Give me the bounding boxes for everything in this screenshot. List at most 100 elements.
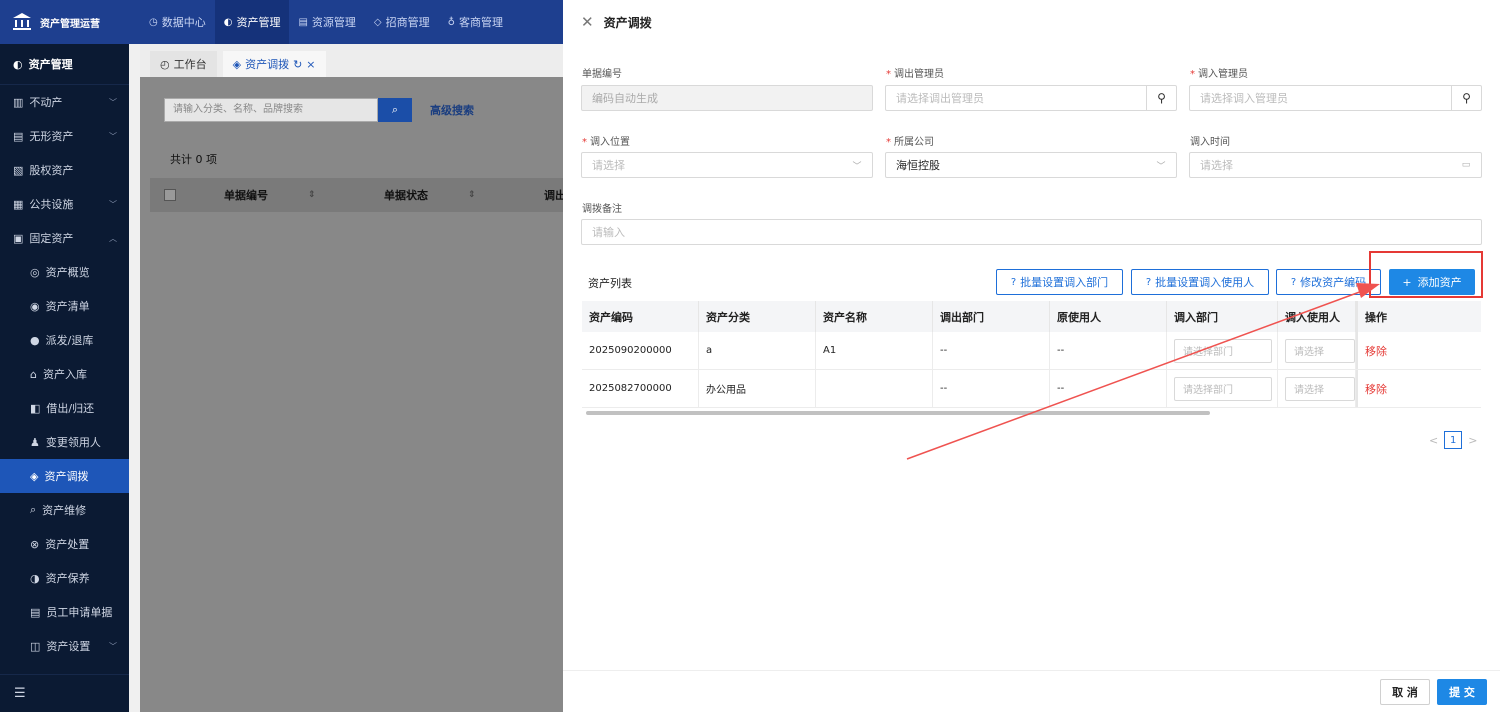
user-select-icon[interactable]: ⚲ <box>1146 86 1176 110</box>
next-page-icon[interactable]: > <box>1468 434 1477 447</box>
sidebar-collapse-toggle[interactable]: ☰ <box>0 674 129 712</box>
tab-workbench[interactable]: ◴ 工作台 <box>150 51 217 77</box>
remark-input[interactable]: 请输入 <box>581 219 1482 245</box>
submit-button[interactable]: 提 交 <box>1437 679 1487 705</box>
sidebar-item-label: 无形资产 <box>29 130 74 143</box>
in-manager-field[interactable]: 请选择调入管理员 ⚲ <box>1189 85 1482 111</box>
nav-label: 客商管理 <box>458 16 503 29</box>
column-header: 资产分类 <box>699 301 816 332</box>
asset-code-cell: 2025090200000 <box>582 332 699 369</box>
app-title: 资产管理运营 <box>40 18 100 30</box>
cancel-button[interactable]: 取 消 <box>1380 679 1430 705</box>
remove-link[interactable]: 移除 <box>1365 381 1387 397</box>
sidebar-item-equity[interactable]: ▧ 股权资产 <box>0 153 129 187</box>
nav-client-management[interactable]: ♁ 客商管理 <box>439 0 512 44</box>
doc-no-label: 单据编号 <box>582 65 622 80</box>
asset-category-cell: a <box>699 332 816 369</box>
sidebar-item-label: 公共设施 <box>29 198 74 211</box>
in-dept-select[interactable]: 请选择部门 <box>1174 376 1272 401</box>
user-select-icon[interactable]: ⚲ <box>1451 86 1481 110</box>
in-location-select[interactable]: 请选择 ﹀ <box>581 152 873 178</box>
in-dept-select[interactable]: 请选择部门 <box>1174 338 1272 363</box>
nav-investment-management[interactable]: ◇ 招商管理 <box>365 0 439 44</box>
in-user-select[interactable]: 请选择 <box>1285 338 1355 363</box>
settings-icon: ◫ <box>30 639 41 653</box>
sidebar-item-asset-settings[interactable]: ◫ 资产设置 ﹀ <box>0 629 129 663</box>
column-header[interactable]: 单据状态 ⇕ <box>384 187 544 203</box>
sidebar-item-label: 资产设置 <box>46 640 91 653</box>
lend-icon: ◧ <box>30 401 41 415</box>
remark-label: 调拨备注 <box>582 200 622 215</box>
asset-icon: ◐ <box>13 57 23 71</box>
table-horizontal-scrollbar[interactable] <box>586 411 1210 415</box>
orig-user-cell: -- <box>1050 332 1167 369</box>
calendar-icon: ▭ <box>1461 160 1471 170</box>
prev-page-icon[interactable]: < <box>1429 434 1438 447</box>
batch-set-dept-button[interactable]: ? 批量设置调入部门 <box>996 269 1123 295</box>
sidebar-item-dispatch-return[interactable]: ● 派发/退库 <box>0 323 129 357</box>
sidebar-item-asset-repair[interactable]: ⌕ 资产维修 <box>0 493 129 527</box>
sidebar-item-label: 变更领用人 <box>45 436 101 449</box>
transfer-drawer: ✕ 资产调拨 单据编号 编码自动生成 * 调出管理员 请选择调出管理员 ⚲ * 调入管… <box>563 0 1500 712</box>
sidebar-item-label: 股权资产 <box>29 164 74 177</box>
label-text: 调入位置 <box>590 137 630 148</box>
page-number[interactable]: 1 <box>1444 431 1463 449</box>
sidebar-item-lend-return[interactable]: ◧ 借出/归还 <box>0 391 129 425</box>
drawer-title: 资产调拨 <box>603 15 652 30</box>
in-dept-cell: 请选择部门 <box>1167 332 1278 369</box>
disposal-icon: ⊗ <box>30 537 40 551</box>
sidebar-item-asset-disposal[interactable]: ⊗ 资产处置 <box>0 527 129 561</box>
out-manager-field[interactable]: 请选择调出管理员 ⚲ <box>885 85 1177 111</box>
close-icon[interactable]: × <box>306 58 315 71</box>
nav-resource-management[interactable]: ▤ 资源管理 <box>289 0 364 44</box>
column-header: 原使用人 <box>1050 301 1167 332</box>
asset-list-title: 资产列表 <box>588 277 632 290</box>
search-icon: ⌕ <box>30 503 37 516</box>
sidebar-item-real-estate[interactable]: ▥ 不动产 ﹀ <box>0 85 129 119</box>
remove-link[interactable]: 移除 <box>1365 343 1387 359</box>
select-all-checkbox[interactable] <box>164 189 176 201</box>
refresh-icon[interactable]: ↻ <box>293 58 302 71</box>
sidebar-item-intangible[interactable]: ▤ 无形资产 ﹀ <box>0 119 129 153</box>
batch-set-user-button[interactable]: ? 批量设置调入使用人 <box>1131 269 1269 295</box>
help-circle-icon: ? <box>1010 276 1017 288</box>
asset-name-cell: A1 <box>816 332 933 369</box>
button-label: 批量设置调入使用人 <box>1155 276 1255 289</box>
sidebar-item-label: 资产调拨 <box>44 470 89 483</box>
column-header: 资产名称 <box>816 301 933 332</box>
tab-label: 工作台 <box>173 58 207 71</box>
in-user-select[interactable]: 请选择 <box>1285 376 1355 401</box>
inbound-icon: ⌂ <box>30 367 37 381</box>
sidebar-item-asset-transfer[interactable]: ◈ 资产调拨 <box>0 459 129 493</box>
nav-asset-management[interactable]: ◐ 资产管理 <box>214 0 290 44</box>
sidebar-item-asset-overview[interactable]: ◎ 资产概览 <box>0 255 129 289</box>
table-row: 2025090200000 a A1 -- -- 请选择部门 请选择 移除 <box>582 332 1481 370</box>
app-logo[interactable]: 资产管理运营 <box>0 0 140 44</box>
search-icon: ⌕ <box>391 103 399 116</box>
close-icon[interactable]: ✕ <box>581 13 594 31</box>
edit-asset-code-button[interactable]: ? 修改资产编码 <box>1276 269 1381 295</box>
sidebar-item-asset-inbound[interactable]: ⌂ 资产入库 <box>0 357 129 391</box>
column-header[interactable]: 单据编号 ⇕ <box>224 187 384 203</box>
advanced-search-link[interactable]: 高级搜索 <box>430 102 474 118</box>
pagination: < 1 > <box>1429 431 1477 449</box>
sidebar-item-asset-list[interactable]: ◉ 资产清单 <box>0 289 129 323</box>
nav-label: 数据中心 <box>161 16 206 29</box>
action-cell: 移除 <box>1356 332 1481 369</box>
in-user-cell: 请选择 <box>1278 332 1356 369</box>
sidebar-item-fixed-assets[interactable]: ▣ 固定资产 ︿ <box>0 221 129 255</box>
background-search-input[interactable]: 请输入分类、名称、品牌搜索 <box>164 98 378 122</box>
sidebar-item-change-user[interactable]: ♟ 变更领用人 <box>0 425 129 459</box>
in-time-picker[interactable]: 请选择 ▭ <box>1189 152 1482 178</box>
tab-asset-transfer[interactable]: ◈ 资产调拨 ↻ × <box>222 51 326 77</box>
sidebar-item-asset-maintenance[interactable]: ◑ 资产保养 <box>0 561 129 595</box>
background-search-button[interactable]: ⌕ <box>378 98 412 122</box>
sidebar-scrollbar[interactable] <box>129 44 140 712</box>
equity-icon: ▧ <box>13 163 24 177</box>
menu-icon: ☰ <box>14 686 26 701</box>
field-placeholder: 请选择 <box>592 159 625 172</box>
nav-data-center[interactable]: ◷ 数据中心 <box>140 0 215 44</box>
sidebar-item-public-facilities[interactable]: ▦ 公共设施 ﹀ <box>0 187 129 221</box>
sidebar-item-employee-requests[interactable]: ▤ 员工申请单据 <box>0 595 129 629</box>
company-select[interactable]: 海恒控股 ﹀ <box>885 152 1177 178</box>
